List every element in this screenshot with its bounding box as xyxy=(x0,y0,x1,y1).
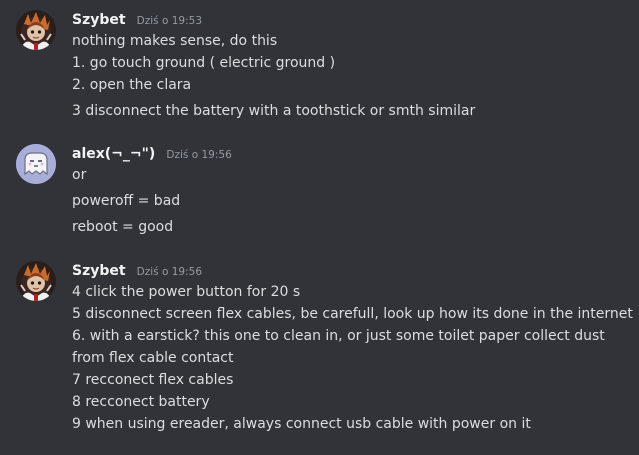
timestamp: Dziś o 19:56 xyxy=(166,149,232,161)
message-header: Szybet Dziś o 19:53 xyxy=(72,8,202,30)
chat-messages: Szybet Dziś o 19:53 nothing makes sense,… xyxy=(0,0,639,455)
message-group-alex: alex(¬_¬") Dziś o 19:56 or poweroff = ba… xyxy=(0,142,639,242)
character-portrait-icon xyxy=(16,10,56,50)
message-line: nothing makes sense, do this xyxy=(72,33,278,49)
message-line: 6. with a earstick? this one to clean in… xyxy=(72,328,605,344)
message-line: 7 recconect flex cables xyxy=(72,372,234,388)
message-group-szybet-2: Szybet Dziś o 19:56 4 click the power bu… xyxy=(0,259,639,439)
message-line: 2. open the clara xyxy=(72,77,192,93)
message-line: 3 disconnect the battery with a toothsti… xyxy=(72,103,476,119)
character-portrait-icon xyxy=(16,261,56,301)
author-name[interactable]: Szybet xyxy=(72,263,126,279)
timestamp: Dziś o 19:56 xyxy=(136,266,203,278)
message-line: 1. go touch ground ( electric ground ) xyxy=(72,55,336,71)
author-name[interactable]: Szybet xyxy=(72,12,126,28)
timestamp: Dziś o 19:53 xyxy=(136,15,203,27)
message-group-szybet-1: Szybet Dziś o 19:53 nothing makes sense,… xyxy=(0,8,639,120)
message-header: Szybet Dziś o 19:56 xyxy=(72,259,202,281)
avatar-szybet[interactable] xyxy=(16,10,56,50)
message-line: 5 disconnect screen flex cables, be care… xyxy=(72,306,633,322)
ghost-blob-icon xyxy=(16,144,56,184)
message-line: from flex cable contact xyxy=(72,350,234,366)
message-line: or xyxy=(72,167,87,183)
message-line: 9 when using ereader, always connect usb… xyxy=(72,416,531,432)
message-line: 8 recconect battery xyxy=(72,394,210,410)
avatar-szybet[interactable] xyxy=(16,261,56,301)
message-line: reboot = good xyxy=(72,219,174,235)
message-line: 4 click the power button for 20 s xyxy=(72,284,301,300)
avatar-alex[interactable] xyxy=(16,144,56,184)
message-header: alex(¬_¬") Dziś o 19:56 xyxy=(72,142,232,164)
message-line: poweroff = bad xyxy=(72,193,181,209)
author-name[interactable]: alex(¬_¬") xyxy=(72,146,155,162)
